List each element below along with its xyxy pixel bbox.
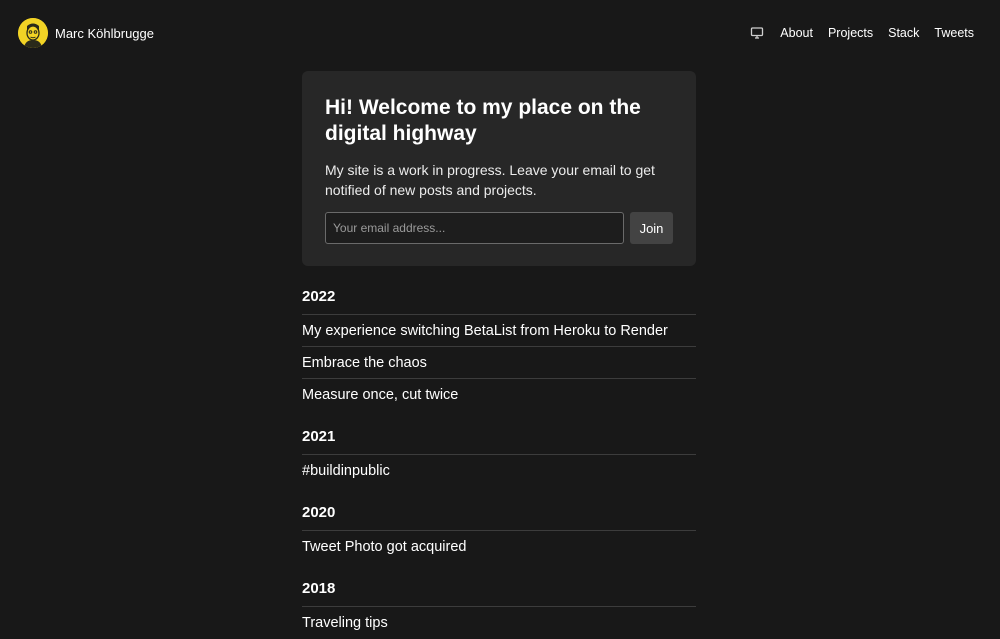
year-section-2022: 2022 My experience switching BetaList fr… bbox=[302, 287, 696, 411]
main-nav: About Projects Stack Tweets bbox=[750, 26, 974, 40]
year-heading: 2021 bbox=[302, 427, 696, 455]
list-item: Traveling tips bbox=[302, 607, 696, 639]
post-list: Traveling tips bbox=[302, 607, 696, 639]
list-item: My experience switching BetaList from He… bbox=[302, 315, 696, 347]
list-item: Embrace the chaos bbox=[302, 347, 696, 379]
avatar bbox=[18, 18, 48, 48]
year-heading: 2020 bbox=[302, 503, 696, 531]
post-link[interactable]: Tweet Photo got acquired bbox=[302, 539, 466, 555]
list-item: Tweet Photo got acquired bbox=[302, 531, 696, 563]
home-link[interactable]: Marc Köhlbrugge bbox=[18, 18, 154, 48]
list-item: #buildinpublic bbox=[302, 455, 696, 487]
post-link[interactable]: #buildinpublic bbox=[302, 463, 390, 479]
year-section-2020: 2020 Tweet Photo got acquired bbox=[302, 503, 696, 563]
site-header: Marc Köhlbrugge About Projects Stack Twe… bbox=[0, 0, 1000, 68]
post-link[interactable]: Traveling tips bbox=[302, 615, 388, 631]
join-button[interactable]: Join bbox=[630, 212, 673, 244]
signup-text: My site is a work in progress. Leave you… bbox=[325, 162, 655, 198]
year-section-2021: 2021 #buildinpublic bbox=[302, 427, 696, 487]
monitor-icon[interactable] bbox=[750, 26, 764, 40]
post-list: My experience switching BetaList from He… bbox=[302, 315, 696, 411]
year-heading: 2022 bbox=[302, 287, 696, 315]
signup-form: Join bbox=[325, 212, 673, 244]
post-list: Tweet Photo got acquired bbox=[302, 531, 696, 563]
brand-name: Marc Köhlbrugge bbox=[55, 25, 154, 41]
year-section-2018: 2018 Traveling tips bbox=[302, 579, 696, 639]
email-input[interactable] bbox=[325, 212, 624, 244]
post-link[interactable]: My experience switching BetaList from He… bbox=[302, 323, 668, 339]
nav-stack[interactable]: Stack bbox=[888, 26, 919, 40]
nav-about[interactable]: About bbox=[780, 26, 813, 40]
post-list: #buildinpublic bbox=[302, 455, 696, 487]
post-link[interactable]: Measure once, cut twice bbox=[302, 387, 458, 403]
nav-tweets[interactable]: Tweets bbox=[934, 26, 974, 40]
signup-title: Hi! Welcome to my place on the digital h… bbox=[325, 96, 641, 145]
nav-projects[interactable]: Projects bbox=[828, 26, 873, 40]
main-content: Hi! Welcome to my place on the digital h… bbox=[302, 71, 696, 639]
list-item: Measure once, cut twice bbox=[302, 379, 696, 411]
year-heading: 2018 bbox=[302, 579, 696, 607]
signup-card: Hi! Welcome to my place on the digital h… bbox=[302, 71, 696, 266]
post-link[interactable]: Embrace the chaos bbox=[302, 355, 427, 371]
